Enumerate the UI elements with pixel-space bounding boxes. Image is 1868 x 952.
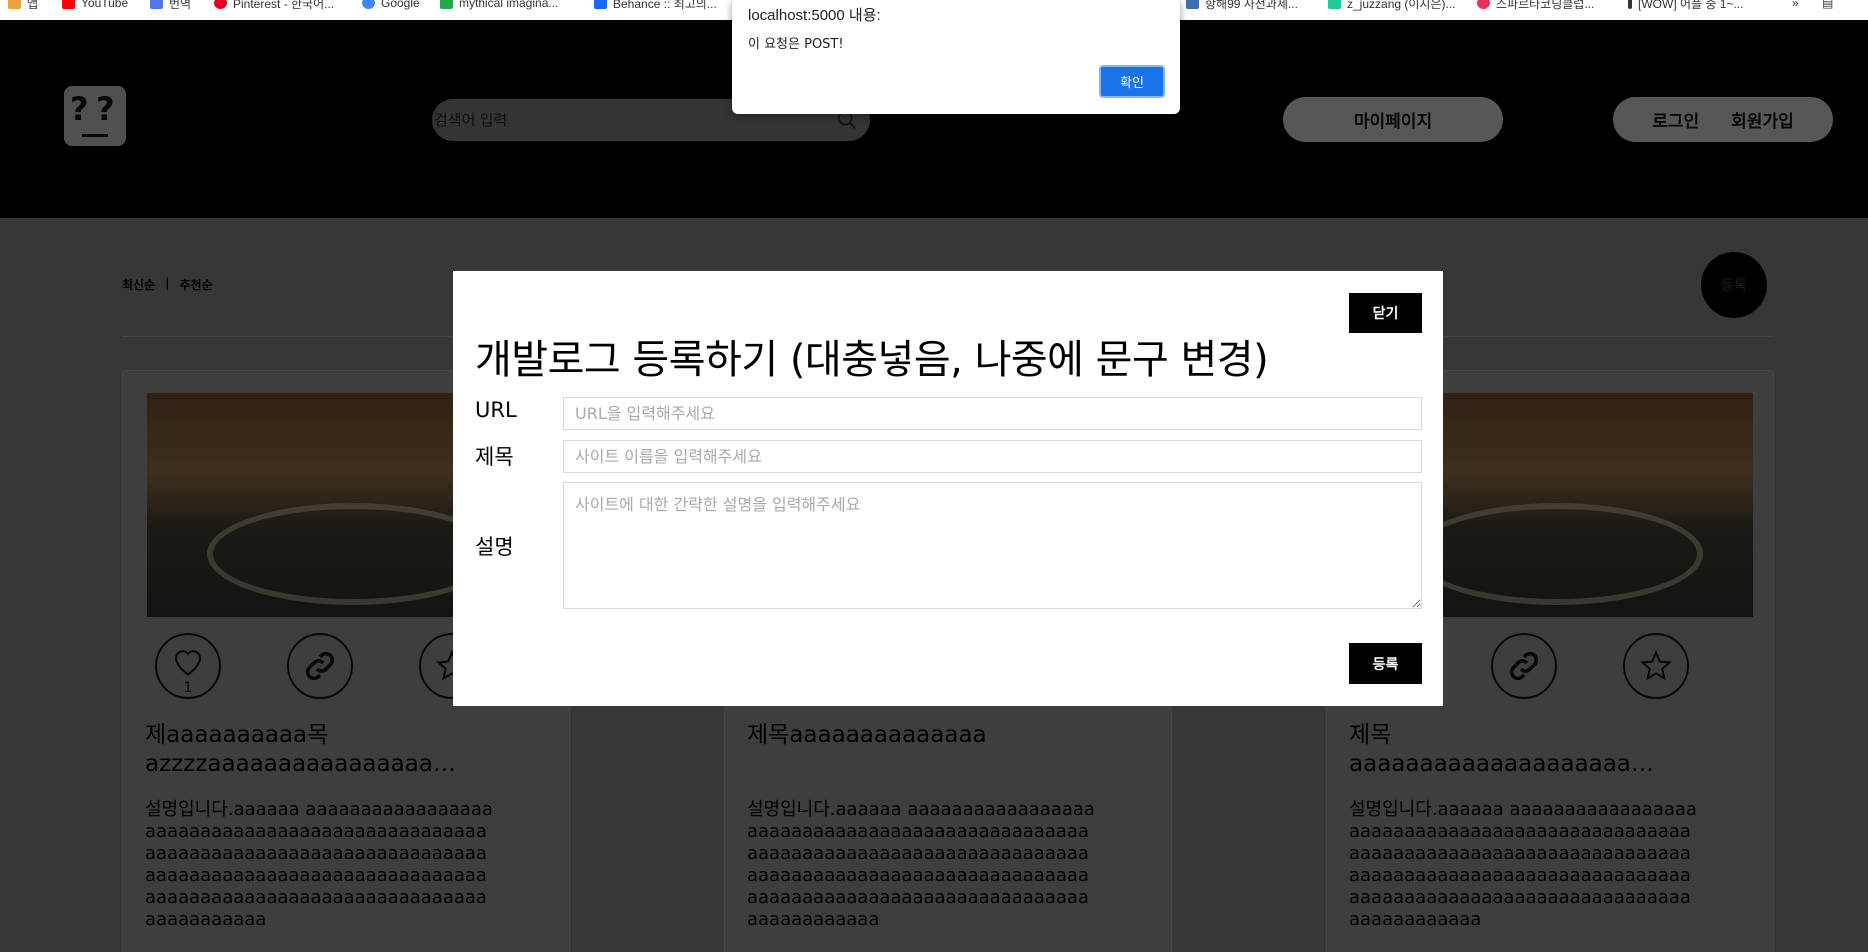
url-input[interactable] xyxy=(563,397,1422,430)
alert-title: localhost:5000 내용: xyxy=(748,7,881,24)
bookmark-youtube[interactable]: YouTube xyxy=(62,0,128,11)
title-input[interactable] xyxy=(563,440,1422,473)
link-button[interactable] xyxy=(1491,633,1557,699)
modal-close-button[interactable]: 닫기 xyxy=(1349,293,1422,333)
signup-button[interactable]: 회원가입 xyxy=(1731,107,1794,132)
card-description: 설명입니다.aaaaaa aaaaaaaaaaaaaaaaaaaaaaaaaaa… xyxy=(747,799,1095,930)
sort-latest[interactable]: 최신순 xyxy=(122,276,155,293)
register-modal: 닫기 개발로그 등록하기 (대충넣음, 나중에 문구 변경) URL 제목 설명… xyxy=(453,271,1443,706)
bookmark-behance[interactable]: Behance :: 최고의... xyxy=(594,0,717,11)
bookmark-apps[interactable]: 앱 xyxy=(8,0,38,11)
bookmark-icon xyxy=(1628,0,1632,9)
logo-question-mark-icon: ? xyxy=(96,90,115,128)
bookmarks-overflow-icon[interactable]: » xyxy=(1792,0,1799,11)
translate-icon xyxy=(150,0,163,9)
title-label: 제목 xyxy=(475,445,514,469)
site-logo[interactable]: ? ? xyxy=(64,86,126,146)
card-title: 제aaaaaaaaaa목 azzzzaaaaaaaaaaaaaaaa… xyxy=(145,722,456,777)
bookmark-sparta[interactable]: 스파르타코딩클럽... xyxy=(1477,0,1594,11)
bookmark-juzzang[interactable]: z_juzzang (이지은)... xyxy=(1328,0,1455,11)
pinterest-icon xyxy=(214,0,227,9)
google-icon xyxy=(362,0,375,9)
alert-ok-button[interactable]: 확인 xyxy=(1099,65,1165,98)
behance-icon xyxy=(594,0,607,9)
bookmark-pinterest[interactable]: Pinterest - 한국어... xyxy=(214,0,334,11)
sort-options: 최신순 | 추천순 xyxy=(122,276,213,293)
alert-message: 이 요청은 POST! xyxy=(748,37,844,52)
register-fab-button[interactable]: 등록 xyxy=(1701,252,1767,318)
alert-dialog: localhost:5000 내용: 이 요청은 POST! 확인 xyxy=(732,0,1180,114)
star-icon xyxy=(1640,649,1672,681)
description-textarea[interactable] xyxy=(563,482,1422,609)
logo-question-mark-icon: ? xyxy=(70,90,89,128)
sort-recommended[interactable]: 추천순 xyxy=(180,276,213,293)
bookmark-icon xyxy=(1477,0,1490,9)
bookmark-mythical[interactable]: mythical imagina... xyxy=(440,0,558,11)
bookmark-icon xyxy=(440,0,453,9)
link-icon xyxy=(1509,651,1539,681)
url-label: URL xyxy=(475,398,517,422)
card-description: 설명입니다.aaaaaa aaaaaaaaaaaaaaaaaaaaaaaaaaa… xyxy=(1349,799,1697,930)
bookmark-button[interactable] xyxy=(1623,633,1689,699)
youtube-icon xyxy=(62,0,75,9)
bookmark-icon xyxy=(1186,0,1199,9)
bookmark-icon xyxy=(1328,0,1341,9)
card-description: 설명입니다.aaaaaa aaaaaaaaaaaaaaaaaaaaaaaaaaa… xyxy=(145,799,493,930)
reading-list-icon[interactable]: ▤ xyxy=(1822,0,1833,11)
logo-mouth-icon xyxy=(82,134,108,137)
login-button[interactable]: 로그인 xyxy=(1652,107,1699,132)
card-title: 제목aaaaaaaaaaaaaa xyxy=(747,722,987,748)
heart-icon xyxy=(174,650,202,676)
bookmark-google[interactable]: Google xyxy=(362,0,420,11)
like-count: 1 xyxy=(183,680,193,696)
auth-buttons: 로그인 회원가입 xyxy=(1613,97,1833,142)
link-button[interactable] xyxy=(287,633,353,699)
bookmark-hanghae[interactable]: 항해99 사전과제... xyxy=(1186,0,1298,11)
sort-separator: | xyxy=(165,276,170,290)
modal-submit-button[interactable]: 등록 xyxy=(1349,643,1422,684)
mypage-button[interactable]: 마이페이지 xyxy=(1283,97,1503,142)
modal-title: 개발로그 등록하기 (대충넣음, 나중에 문구 변경) xyxy=(475,337,1269,383)
link-icon xyxy=(305,651,335,681)
description-label: 설명 xyxy=(475,535,514,559)
bookmark-translate[interactable]: 번역 xyxy=(150,0,191,11)
bookmark-wow[interactable]: [WOW] 어플 중 1~... xyxy=(1628,0,1743,11)
card-title: 제목 aaaaaaaaaaaaaaaaaaaa… xyxy=(1349,722,1654,777)
like-button[interactable]: 1 xyxy=(155,633,221,699)
apps-grid-icon xyxy=(8,0,21,9)
